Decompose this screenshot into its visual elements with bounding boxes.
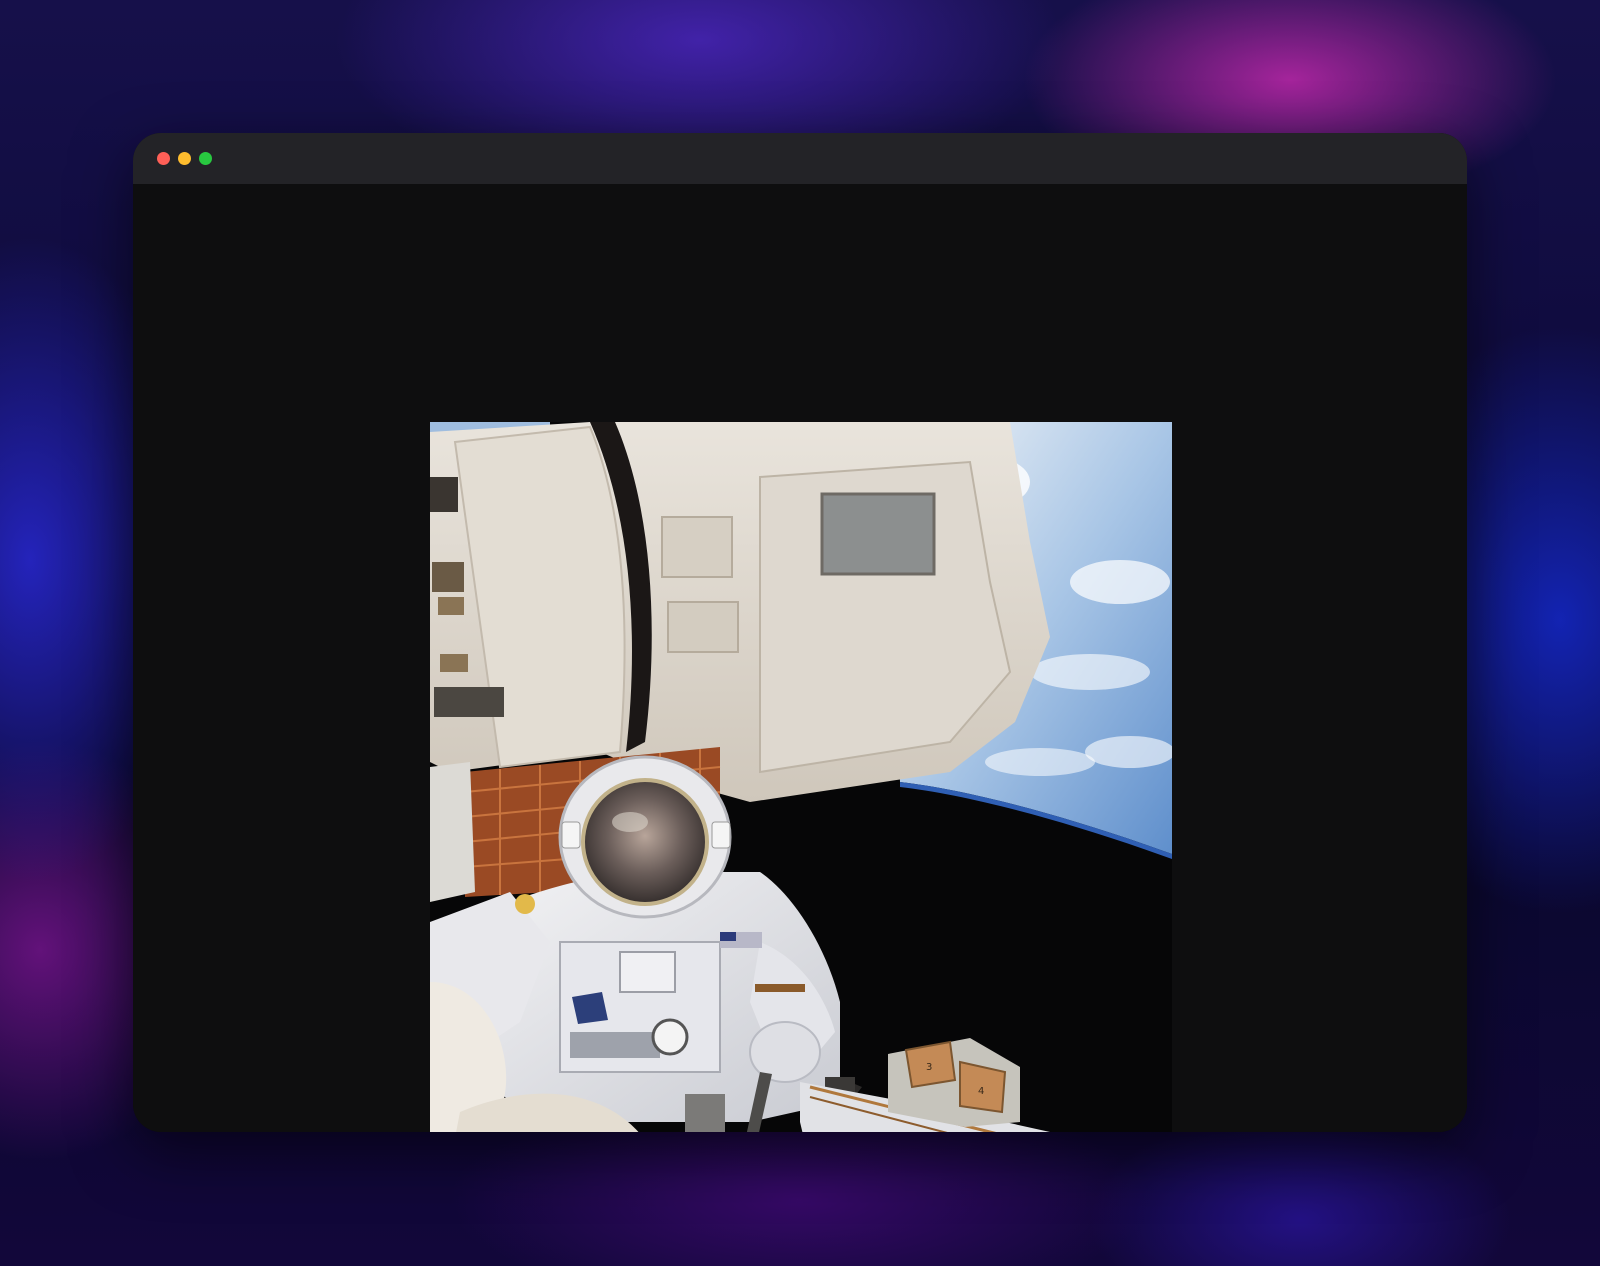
- svg-text:4: 4: [978, 1086, 984, 1097]
- svg-text:3: 3: [926, 1062, 932, 1073]
- window-titlebar[interactable]: [133, 133, 1467, 184]
- close-window-button[interactable]: [157, 152, 170, 165]
- maximize-window-button[interactable]: [199, 152, 212, 165]
- astronaut-photo: 3 4: [430, 422, 1172, 1132]
- app-window: 3 4: [133, 133, 1467, 1132]
- helmet-visor: [581, 778, 709, 906]
- minimize-window-button[interactable]: [178, 152, 191, 165]
- window-content: 3 4: [133, 184, 1467, 1132]
- desktop-background: 3 4: [0, 0, 1600, 1266]
